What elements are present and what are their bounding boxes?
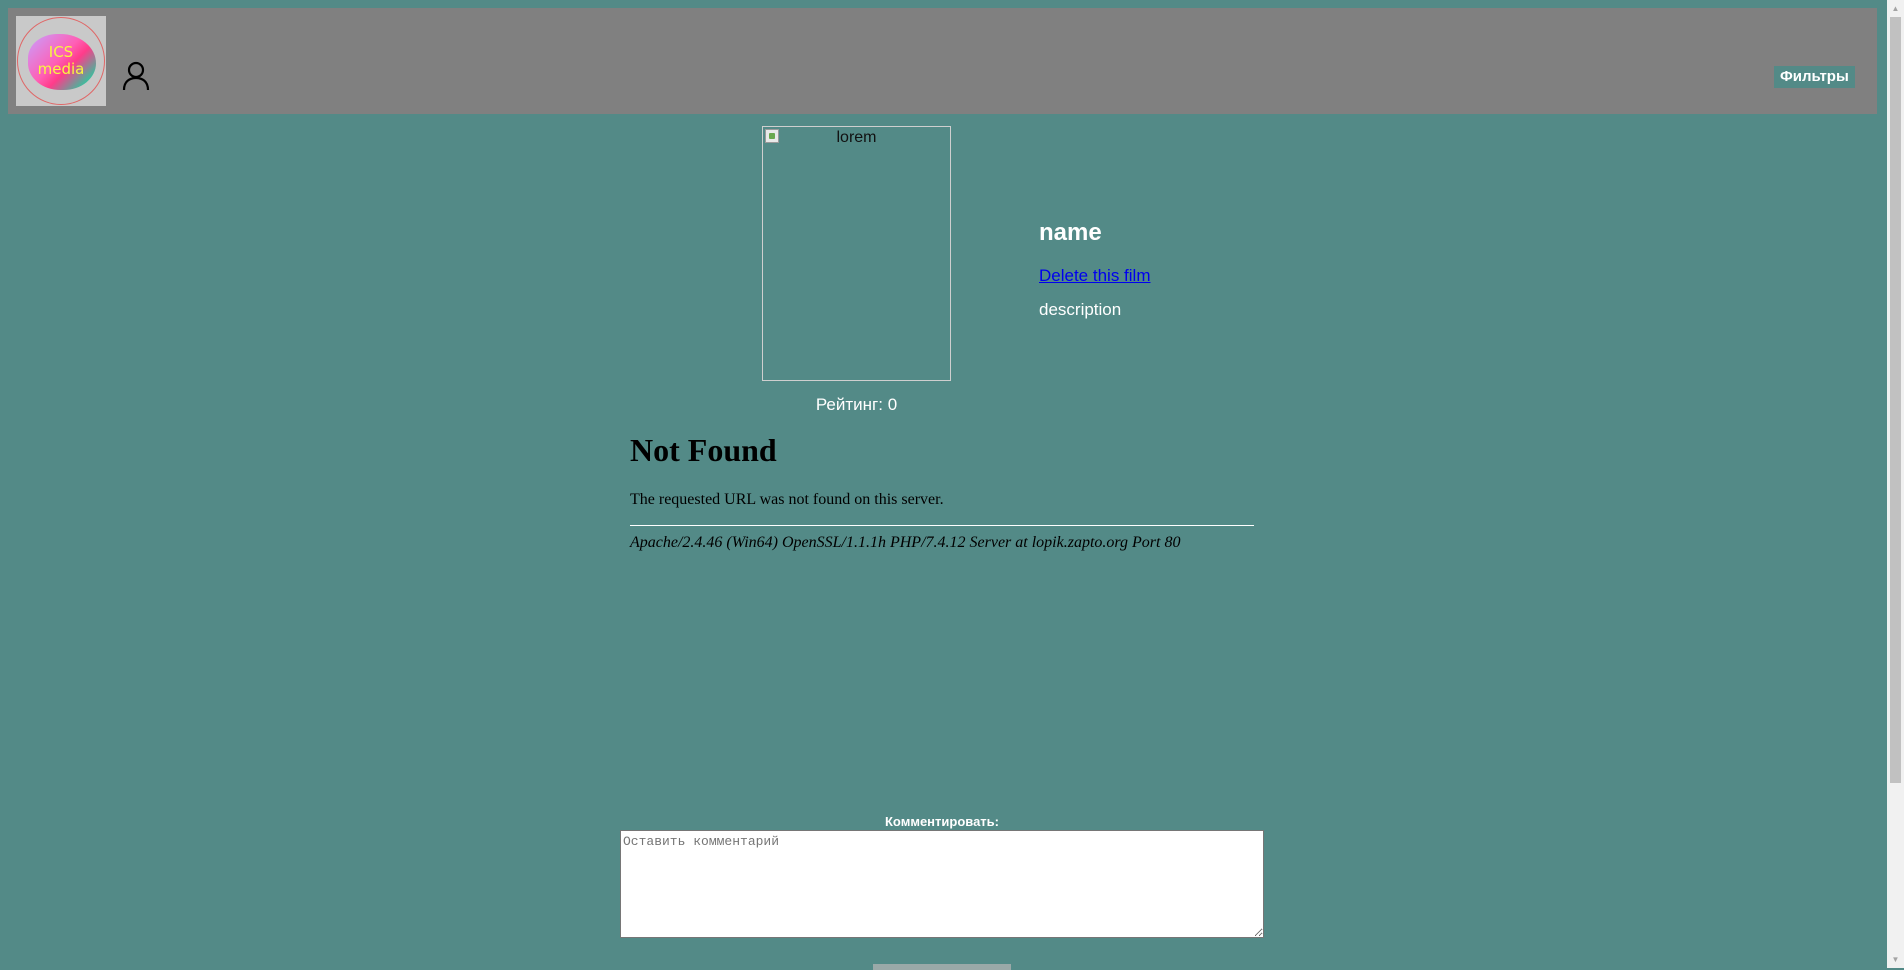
comment-label: Комментировать: <box>885 814 999 829</box>
comment-submit-button[interactable] <box>873 964 1011 970</box>
film-poster: lorem <box>762 126 951 381</box>
film-rating: Рейтинг: 0 <box>815 395 898 414</box>
logo-text-line2: media <box>37 60 85 78</box>
poster-alt-text: lorem <box>836 129 877 146</box>
error-message: The requested URL was not found on this … <box>630 491 944 508</box>
error-divider <box>630 525 1254 526</box>
logo-text: ICS media <box>38 44 85 78</box>
error-title: Not Found <box>630 432 777 468</box>
scroll-down-arrow-icon[interactable]: ▼ <box>1887 951 1904 968</box>
server-signature: Apache/2.4.46 (Win64) OpenSSL/1.1.1h PHP… <box>630 534 1181 551</box>
user-icon[interactable] <box>122 61 150 91</box>
vertical-scrollbar[interactable]: ▲ ▼ <box>1887 0 1904 968</box>
delete-film-link[interactable]: Delete this film <box>1039 266 1150 286</box>
broken-image-icon <box>765 129 779 143</box>
embedded-error-page: Not Found The requested URL was not foun… <box>630 432 1254 552</box>
filters-button[interactable]: Фильтры <box>1774 66 1855 88</box>
comment-input[interactable] <box>620 830 1264 938</box>
scrollbar-thumb[interactable] <box>1890 17 1901 783</box>
scroll-up-arrow-icon[interactable]: ▲ <box>1887 0 1904 17</box>
top-header: ICS media Фильтры <box>8 8 1877 114</box>
logo-text-line1: ICS <box>48 43 74 61</box>
site-logo[interactable]: ICS media <box>16 16 106 106</box>
film-description: description <box>1039 300 1122 319</box>
logo-circle: ICS media <box>17 17 105 105</box>
film-name: name <box>1039 219 1102 246</box>
